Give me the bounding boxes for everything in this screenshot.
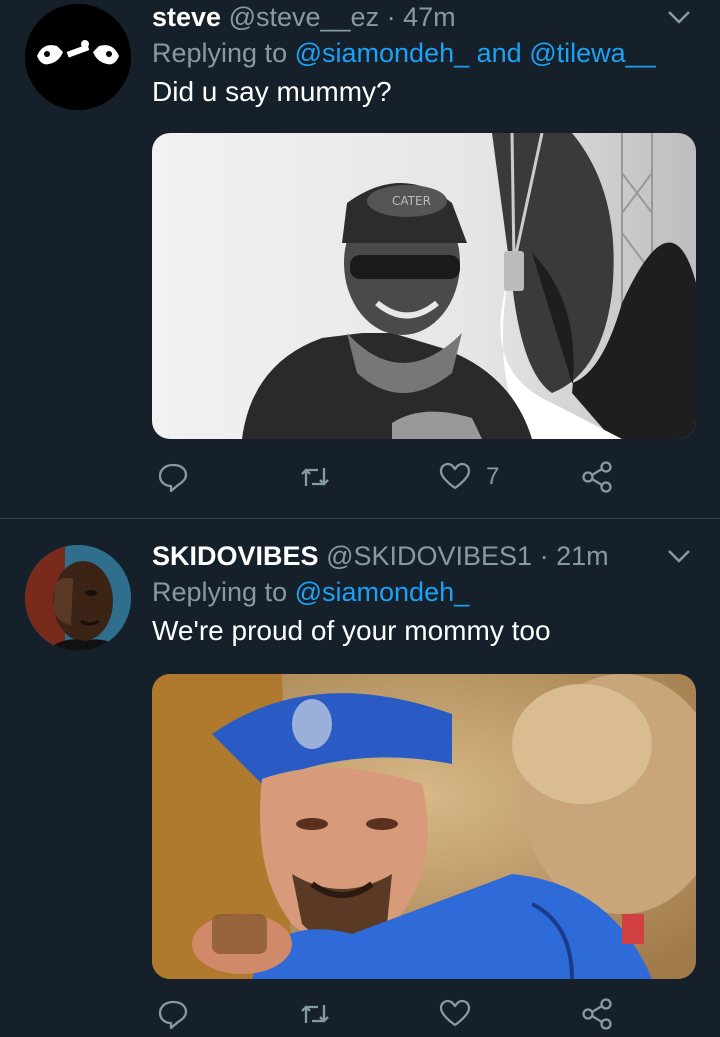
replying-to: Replying to @siamondeh_ and @tilewa__ [152,36,698,70]
reply-icon [158,463,188,493]
tweet-header: steve @steve__ez · 47m [152,0,698,34]
separator-dot: · [386,2,396,32]
photo-man-laughing-blue-uniform [152,674,696,979]
avatar-skidovibes[interactable] [25,545,131,651]
reply-icon [158,1000,188,1030]
tweet-2[interactable]: SKIDOVIBES @SKIDOVIBES1 · 21m Replying t… [0,519,720,1030]
replying-to: Replying to @siamondeh_ [152,575,698,609]
retweet-button[interactable] [298,997,332,1031]
replying-prefix: Replying to [152,38,288,68]
retweet-icon [301,1005,329,1023]
retweet-icon [301,468,329,486]
display-name[interactable]: SKIDOVIBES [152,541,319,571]
timestamp[interactable]: 21m [556,541,609,571]
tweet-header: SKIDOVIBES @SKIDOVIBES1 · 21m [152,539,698,573]
like-icon [439,462,471,490]
tweet-media-photo[interactable]: CATER [152,133,696,439]
share-icon [582,998,612,1030]
tweet-text: We're proud of your mommy too [152,615,551,646]
share-button[interactable] [580,460,614,494]
user-handle[interactable]: @steve__ez [229,2,380,32]
reply-button[interactable] [156,460,190,494]
mention-siamondeh[interactable]: @siamondeh_ [295,38,470,68]
reply-button[interactable] [156,997,190,1031]
share-icon [582,461,612,493]
retweet-button[interactable] [298,460,332,494]
mention-tilewa[interactable]: @tilewa__ [529,38,655,68]
like-icon [439,999,471,1027]
tweet-content: steve @steve__ez · 47m Replying to @siam… [152,0,698,110]
share-button[interactable] [580,997,614,1031]
replying-prefix: Replying to [152,577,288,607]
avatar-logo-image [25,4,131,110]
tweet-actions [152,997,652,1037]
user-handle[interactable]: @SKIDOVIBES1 [326,541,532,571]
tweet-actions: 7 [152,460,652,500]
avatar-photo [25,545,131,651]
photo-man-with-cap: CATER [152,133,696,439]
tweet-1[interactable]: steve @steve__ez · 47m Replying to @siam… [0,0,720,515]
like-button[interactable] [438,997,472,1031]
mention-joiner: and [476,38,522,68]
svg-text:CATER: CATER [392,194,431,208]
chevron-down-icon[interactable] [664,541,694,571]
tweet-media-photo[interactable] [152,674,696,979]
separator-dot: · [539,541,549,571]
display-name[interactable]: steve [152,2,221,32]
timestamp[interactable]: 47m [403,2,456,32]
like-count: 7 [486,463,500,490]
tweet-content: SKIDOVIBES @SKIDOVIBES1 · 21m Replying t… [152,539,698,649]
tweet-text: Did u say mummy? [152,76,392,107]
like-button[interactable]: 7 [438,460,499,494]
chevron-down-icon[interactable] [664,2,694,32]
avatar-steve[interactable] [25,4,131,110]
mention-siamondeh[interactable]: @siamondeh_ [295,577,470,607]
